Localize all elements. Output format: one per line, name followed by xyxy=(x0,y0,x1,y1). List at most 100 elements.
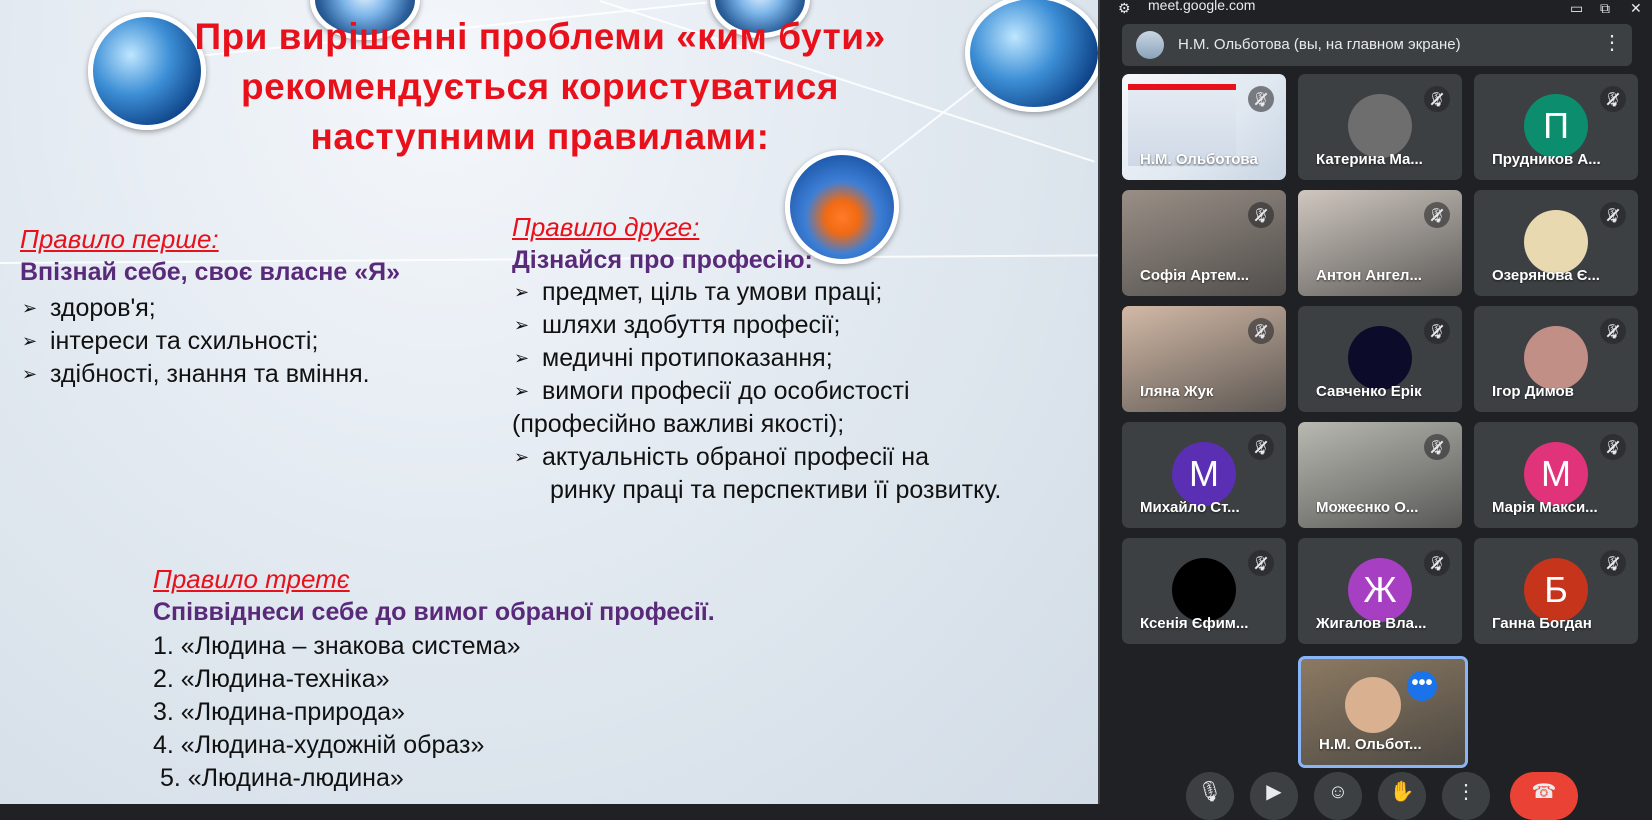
rule2-continuation: (професійно важливі якості); xyxy=(512,410,845,438)
arrow-bullet-icon: ➢ xyxy=(514,447,530,467)
participant-name: Н.М. Ольботова xyxy=(1140,151,1258,168)
mic-off-icon: 🎙 xyxy=(1424,550,1450,576)
list-item: 5. «Людина-людина» xyxy=(153,764,404,792)
arrow-bullet-icon: ➢ xyxy=(514,315,530,335)
participant-name: Антон Ангел... xyxy=(1316,267,1422,284)
more-icon[interactable]: ••• xyxy=(1407,671,1437,701)
mic-off-icon: 🎙 xyxy=(1600,86,1626,112)
participant-tile[interactable]: 🎙 Ігор Димов xyxy=(1474,306,1638,412)
list-item: ➢ медичні протипоказання; xyxy=(512,342,910,375)
participant-tile[interactable]: 🎙 Катерина Ма... xyxy=(1298,74,1462,180)
participant-tile[interactable]: 🎙 Антон Ангел... xyxy=(1298,190,1462,296)
participant-tile[interactable]: Б 🎙 Ганна Богдан xyxy=(1474,538,1638,644)
participant-tile[interactable]: 🎙 Н.М. Ольботова xyxy=(1122,74,1286,180)
open-tab-icon[interactable]: ⧉ xyxy=(1600,0,1610,17)
arrow-bullet-icon: ➢ xyxy=(22,298,38,318)
list-item: 4. «Людина-художній образ» xyxy=(153,731,485,759)
mic-off-icon: 🎙 xyxy=(1424,86,1450,112)
mic-off-icon: 🎙 xyxy=(1424,434,1450,460)
arrow-bullet-icon: ➢ xyxy=(22,364,38,384)
list-item: ➢ інтереси та схильності; xyxy=(20,325,370,358)
microphone-button[interactable]: 🎙 xyxy=(1186,772,1234,820)
participant-tile[interactable]: 🎙 Софія Артем... xyxy=(1122,190,1286,296)
presenter-bar[interactable]: Н.М. Ольботова (вы, на главном экране) ⋮ xyxy=(1122,24,1632,66)
participant-tile[interactable]: 🎙 Ксенія Єфим... xyxy=(1122,538,1286,644)
list-item: 1. «Людина – знакова система» xyxy=(153,632,521,660)
participant-tile[interactable]: ••• Н.М. Ольбот... xyxy=(1298,656,1468,768)
more-options-icon[interactable]: ⋮ xyxy=(1602,33,1622,53)
arrow-bullet-icon: ➢ xyxy=(22,331,38,351)
mic-off-icon: 🎙 xyxy=(1248,318,1274,344)
mic-off-icon: 🎙 xyxy=(1248,434,1274,460)
call-controls: 🎙 ▶ ☺ ✋ ⋮ ☎ xyxy=(1100,768,1652,820)
end-call-button[interactable]: ☎ xyxy=(1510,772,1578,820)
globe-image xyxy=(965,0,1100,112)
mic-off-icon: 🎙 xyxy=(1248,202,1274,228)
arrow-bullet-icon: ➢ xyxy=(514,282,530,302)
hand-icon: ✋ xyxy=(1389,781,1415,803)
avatar-photo xyxy=(1348,94,1412,158)
rule3-list: 1. «Людина – знакова система» 2. «Людина… xyxy=(153,630,521,795)
raise-hand-button[interactable]: ✋ xyxy=(1378,772,1426,820)
participant-name: Н.М. Ольбот... xyxy=(1319,736,1422,753)
avatar-photo xyxy=(1172,558,1236,622)
mic-off-icon: 🎙 xyxy=(1424,202,1450,228)
participant-name: Марія Макси... xyxy=(1492,499,1598,516)
emoji-icon: ☺ xyxy=(1327,781,1349,803)
participant-tile[interactable]: 🎙 Савченко Ерік xyxy=(1298,306,1462,412)
participant-tile[interactable]: 🎙 Можеєнко О... xyxy=(1298,422,1462,528)
avatar-letter: М xyxy=(1172,442,1236,506)
list-item: ➢ здоров'я; xyxy=(20,292,370,325)
emoji-button[interactable]: ☺ xyxy=(1314,772,1362,820)
mic-off-icon: 🎙 xyxy=(1248,86,1274,112)
camera-icon: ▶ xyxy=(1266,781,1282,803)
mic-off-icon: 🎙 xyxy=(1600,202,1626,228)
mic-off-icon: 🎙 xyxy=(1600,550,1626,576)
rule2-subheading: Дізнайся про професію: xyxy=(512,246,813,274)
more-vert-icon: ⋮ xyxy=(1456,781,1476,803)
avatar xyxy=(1136,31,1164,59)
list-item: ➢ актуальність обраної професії на xyxy=(512,441,929,474)
avatar-photo xyxy=(1524,210,1588,274)
participant-tile[interactable]: Ж 🎙 Жигалов Вла... xyxy=(1298,538,1462,644)
participant-tile[interactable]: М 🎙 Марія Макси... xyxy=(1474,422,1638,528)
participant-tile[interactable]: П 🎙 Прудников А... xyxy=(1474,74,1638,180)
url-text: meet.google.com xyxy=(1148,0,1256,13)
participant-name: Савченко Ерік xyxy=(1316,383,1422,400)
list-item: ➢ вимоги професії до особистості xyxy=(512,375,910,408)
rule3-subheading: Співвіднеси себе до вимог обраної профес… xyxy=(153,598,715,626)
more-options-button[interactable]: ⋮ xyxy=(1442,772,1490,820)
arrow-bullet-icon: ➢ xyxy=(514,381,530,401)
list-item: 2. «Людина-техніка» xyxy=(153,665,390,693)
participant-tile[interactable]: М 🎙 Михайло Ст... xyxy=(1122,422,1286,528)
participant-name: Ганна Богдан xyxy=(1492,615,1592,632)
participant-name: Софія Артем... xyxy=(1140,267,1250,284)
participant-tile[interactable]: 🎙 Іляна Жук xyxy=(1122,306,1286,412)
window-icon[interactable]: ▭ xyxy=(1570,0,1583,17)
participant-name: Жигалов Вла... xyxy=(1316,615,1427,632)
close-icon[interactable]: ✕ xyxy=(1630,0,1642,17)
meet-panel: ⚙ meet.google.com ▭ ⧉ ✕ Н.М. Ольботова (… xyxy=(1100,0,1652,820)
url-bar: ⚙ meet.google.com ▭ ⧉ ✕ xyxy=(1100,0,1652,22)
rule2-list: ➢ предмет, ціль та умови праці; ➢ шляхи зд… xyxy=(512,276,910,408)
participant-name: Прудников А... xyxy=(1492,151,1601,168)
site-info-icon[interactable]: ⚙ xyxy=(1118,0,1131,17)
participant-name: Ігор Димов xyxy=(1492,383,1574,400)
avatar-letter: П xyxy=(1524,94,1588,158)
rule1-heading: Правило перше: xyxy=(20,224,219,254)
rule2-list-cont: ➢ актуальність обраної професії на xyxy=(512,441,929,474)
participant-name: Озерянова Є... xyxy=(1492,267,1600,284)
participant-tile[interactable]: 🎙 Озерянова Є... xyxy=(1474,190,1638,296)
hangup-icon: ☎ xyxy=(1531,781,1557,803)
rule1-list: ➢ здоров'я; ➢ інтереси та схильності; ➢ зді… xyxy=(20,292,370,391)
list-item: ➢ здібності, знання та вміння. xyxy=(20,358,370,391)
camera-button[interactable]: ▶ xyxy=(1250,772,1298,820)
rule1-subheading: Впізнай себе, своє власне «Я» xyxy=(20,258,400,286)
participant-name: Михайло Ст... xyxy=(1140,499,1240,516)
presentation-slide: При вирішенні проблеми «ким бути» рекоме… xyxy=(0,0,1100,804)
mic-off-icon: 🎙 xyxy=(1600,318,1626,344)
participant-name: Ксенія Єфим... xyxy=(1140,615,1249,632)
rule2-heading: Правило друге: xyxy=(512,212,700,242)
avatar-photo xyxy=(1524,326,1588,390)
avatar-photo xyxy=(1348,326,1412,390)
